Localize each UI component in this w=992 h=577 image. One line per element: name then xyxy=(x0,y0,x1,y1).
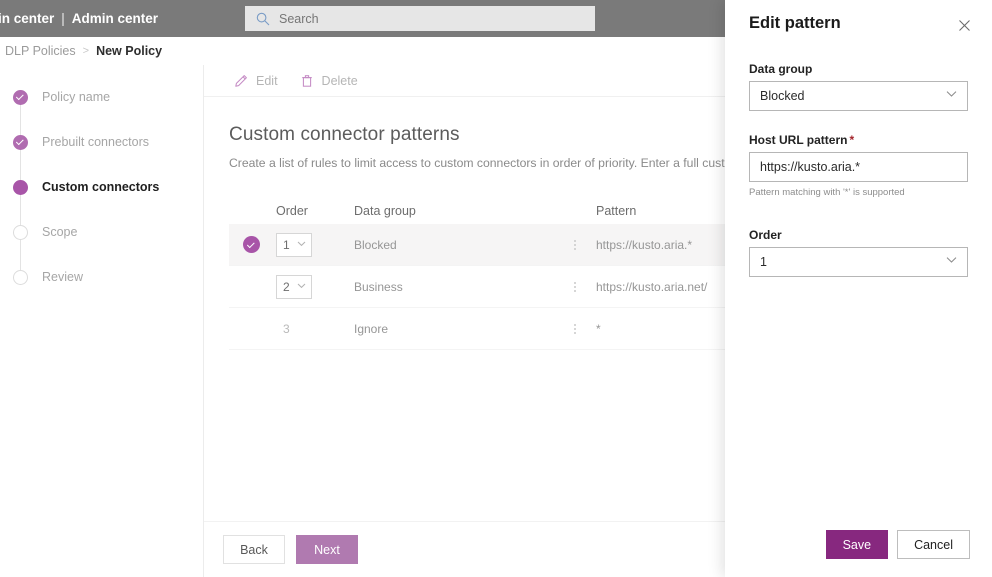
step-pending-icon xyxy=(13,269,28,285)
panel-footer: Save Cancel xyxy=(725,512,992,577)
cancel-button[interactable]: Cancel xyxy=(897,530,970,559)
search-icon xyxy=(255,11,271,27)
pencil-icon xyxy=(234,74,248,88)
row-order-cell[interactable]: 2 xyxy=(276,274,354,299)
suite-brand-separator: | xyxy=(61,11,65,26)
data-group-label: Data group xyxy=(749,62,813,76)
back-button[interactable]: Back xyxy=(223,535,285,564)
row-overflow-menu-button[interactable] xyxy=(554,281,596,292)
host-url-pattern-input[interactable] xyxy=(749,152,968,182)
more-vertical-icon xyxy=(574,239,576,250)
edit-button[interactable]: Edit xyxy=(234,74,278,88)
save-button[interactable]: Save xyxy=(825,530,889,559)
search-input[interactable] xyxy=(279,11,589,26)
row-order-cell: 3 xyxy=(276,320,354,338)
order-field: Order 1 xyxy=(749,228,968,277)
sidebar-item-label: Policy name xyxy=(42,90,111,104)
data-group-dropdown[interactable]: Blocked xyxy=(749,81,968,111)
delete-button[interactable]: Delete xyxy=(300,74,358,88)
row-select-cell[interactable] xyxy=(229,236,276,253)
row-overflow-menu-button[interactable] xyxy=(554,239,596,250)
sidebar-item-prebuilt-connectors[interactable]: Prebuilt connectors xyxy=(0,131,203,153)
breadcrumb-current: New Policy xyxy=(96,44,163,58)
host-url-pattern-label: Host URL pattern * xyxy=(749,133,968,147)
table-header-data-group: Data group xyxy=(354,204,416,218)
order-dropdown-panel[interactable]: 1 xyxy=(749,247,968,277)
more-vertical-icon xyxy=(574,323,576,334)
edit-pattern-panel: Edit pattern Data group Blocked Host URL… xyxy=(725,0,992,577)
data-group-dropdown-value: Blocked xyxy=(760,89,805,103)
row-data-group-cell: Ignore xyxy=(354,321,389,336)
sidebar-item-policy-name[interactable]: Policy name xyxy=(0,86,203,108)
trash-icon xyxy=(300,74,314,88)
panel-body: Data group Blocked Host URL pattern* Pat… xyxy=(725,38,992,277)
order-dropdown-value: 2 xyxy=(283,279,290,294)
row-order-cell[interactable]: 1 xyxy=(276,232,354,257)
suite-brand-right: Admin center xyxy=(71,11,159,26)
step-complete-icon xyxy=(13,134,28,150)
row-overflow-menu-button[interactable] xyxy=(554,323,596,334)
chevron-down-icon xyxy=(296,238,307,252)
suite-brand-left: in center xyxy=(0,11,55,26)
sidebar-item-scope[interactable]: Scope xyxy=(0,221,203,243)
sidebar-item-label: Custom connectors xyxy=(42,180,160,194)
breadcrumb-parent[interactable]: DLP Policies xyxy=(0,44,76,58)
host-url-pattern-field: Host URL pattern* Pattern matching with … xyxy=(749,133,968,198)
order-label: Order xyxy=(749,228,782,242)
order-dropdown-panel-value: 1 xyxy=(760,255,767,269)
sidebar-item-review[interactable]: Review xyxy=(0,266,203,288)
row-data-group-cell: Blocked xyxy=(354,237,397,252)
row-data-group-cell: Business xyxy=(354,279,403,294)
table-header-order: Order xyxy=(276,204,308,218)
host-url-pattern-label-text: Host URL pattern xyxy=(749,133,848,147)
order-dropdown[interactable]: 1 xyxy=(276,232,312,257)
edit-button-label: Edit xyxy=(256,73,278,88)
chevron-down-icon xyxy=(945,87,958,105)
order-dropdown[interactable]: 2 xyxy=(276,274,312,299)
wizard-steps-nav: Policy name Prebuilt connectors Custom c… xyxy=(0,65,204,577)
order-static-value: 3 xyxy=(283,321,290,336)
page-description-text: Create a list of rules to limit access t… xyxy=(229,156,811,170)
panel-header: Edit pattern xyxy=(725,0,992,38)
step-complete-icon xyxy=(13,89,28,105)
app-root: in center | Admin center DLP Policies > … xyxy=(0,0,992,577)
sidebar-item-custom-connectors[interactable]: Custom connectors xyxy=(0,176,203,198)
delete-button-label: Delete xyxy=(321,73,358,88)
sidebar-item-label: Scope xyxy=(42,225,78,239)
sidebar-item-label: Review xyxy=(42,270,83,284)
close-icon[interactable] xyxy=(951,12,977,38)
step-pending-icon xyxy=(13,224,28,240)
required-indicator: * xyxy=(849,133,855,147)
sidebar-item-label: Prebuilt connectors xyxy=(42,135,150,149)
breadcrumb-separator: > xyxy=(82,45,90,57)
next-button[interactable]: Next xyxy=(296,535,358,564)
global-search[interactable] xyxy=(245,6,595,31)
chevron-down-icon xyxy=(296,280,307,294)
row-selected-check-icon[interactable] xyxy=(243,236,260,253)
order-dropdown-value: 1 xyxy=(283,237,290,252)
chevron-down-icon xyxy=(945,253,958,271)
panel-title: Edit pattern xyxy=(749,14,841,32)
data-group-field: Data group Blocked xyxy=(749,62,968,111)
host-url-pattern-hint: Pattern matching with '*' is supported xyxy=(749,187,905,198)
suite-brand[interactable]: in center | Admin center xyxy=(0,11,158,26)
step-active-icon xyxy=(13,179,28,195)
more-vertical-icon xyxy=(574,281,576,292)
